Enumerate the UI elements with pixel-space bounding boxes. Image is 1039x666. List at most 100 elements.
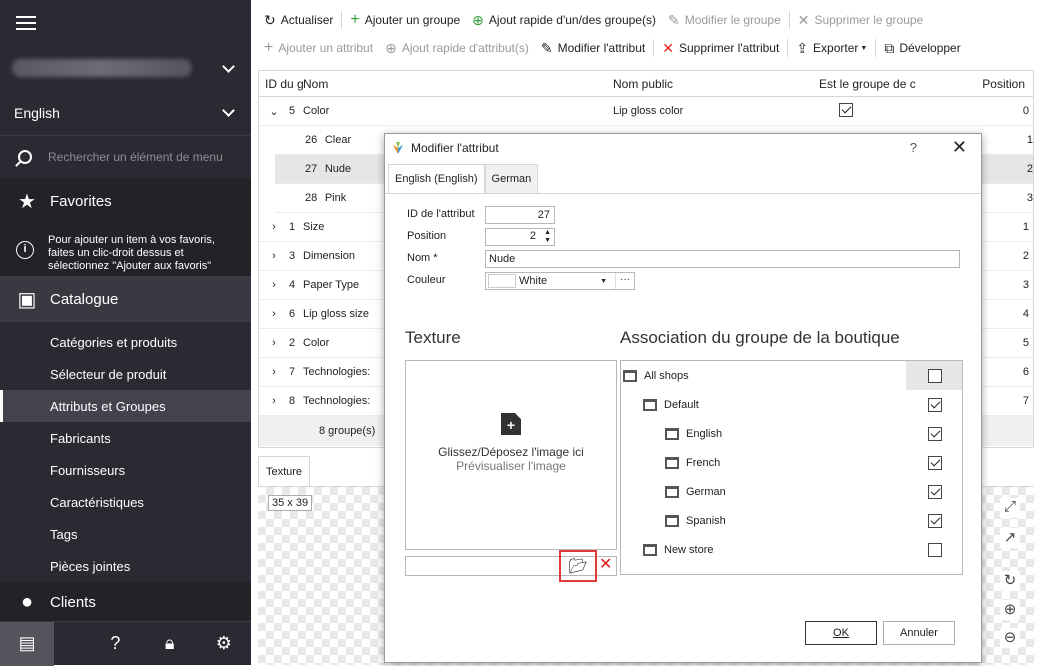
fit-size-icon[interactable]: ⤢	[1000, 498, 1020, 518]
plus-icon: +	[350, 11, 360, 28]
image-dropzone[interactable]: + Glissez/Déposez l'image ici Prévisuali…	[405, 360, 617, 550]
col-is-group[interactable]: Est le groupe de c	[819, 77, 975, 91]
quick-add-group-button[interactable]: ⊕ Ajout rapide d'un/des groupe(s)	[466, 6, 662, 34]
sidebar-item-attachments[interactable]: Pièces jointes	[0, 550, 251, 582]
shop-row-new-store[interactable]: New store	[621, 535, 962, 564]
cancel-button[interactable]: Annuler	[883, 621, 955, 645]
delete-group-button[interactable]: ✕ Supprimer le groupe	[792, 6, 929, 34]
zoom-out-icon[interactable]: ⊖	[1000, 628, 1020, 648]
shop-row-english[interactable]: English	[621, 419, 962, 448]
expand-chevron-icon[interactable]: ›	[259, 366, 289, 378]
sidebar-item-product-selector[interactable]: Sélecteur de produit	[0, 358, 251, 390]
dropdown-arrow-icon[interactable]: ▼	[600, 278, 607, 285]
add-group-button[interactable]: + Ajouter un groupe	[344, 6, 466, 34]
name-field[interactable]: Nude	[485, 250, 960, 268]
edit-attribute-button[interactable]: ✎ Modifier l'attribut	[535, 34, 651, 62]
row-position: 3	[1026, 192, 1033, 204]
stepper-arrows-icon[interactable]: ▲ ▼	[544, 229, 551, 245]
row-position: 1	[1026, 134, 1033, 146]
color-select[interactable]: White ▼ ···	[485, 272, 635, 290]
catalog-box-icon: ▣	[17, 288, 37, 311]
sidebar-item-features[interactable]: Caractéristiques	[0, 486, 251, 518]
quick-add-attribute-label: Ajout rapide d'attribut(s)	[401, 41, 529, 55]
tab-english[interactable]: English (English)	[388, 164, 485, 194]
delete-attribute-button[interactable]: ✕ Supprimer l'attribut	[656, 34, 785, 62]
position-stepper[interactable]: 2 ▲ ▼	[485, 228, 555, 246]
col-id[interactable]: ID du g	[259, 77, 303, 91]
sidebar-item-suppliers[interactable]: Fournisseurs	[0, 454, 251, 486]
expand-chevron-icon[interactable]: ›	[259, 395, 289, 407]
ok-button[interactable]: OK	[805, 621, 877, 645]
separator	[875, 39, 877, 57]
language-selector[interactable]: English	[0, 90, 251, 136]
expand-chevron-icon[interactable]: ›	[259, 279, 289, 291]
more-options-icon[interactable]: ···	[615, 273, 634, 289]
pencil-icon: ✎	[540, 39, 553, 56]
expand-button[interactable]: ⧉ Développer	[878, 34, 966, 62]
lock-icon[interactable]: 🔒︎	[143, 622, 197, 666]
sidebar-section-clients[interactable]: ● Clients	[0, 582, 251, 622]
chevron-down-icon[interactable]	[222, 59, 235, 73]
checkbox[interactable]	[928, 542, 942, 557]
tab-texture[interactable]: Texture	[258, 456, 310, 486]
store-icon[interactable]: ▤	[0, 621, 55, 666]
refresh-button[interactable]: ↻ Actualiser	[258, 6, 339, 34]
hamburger-menu-icon[interactable]	[16, 16, 36, 30]
expand-chevron-icon[interactable]: ›	[259, 308, 289, 320]
id-field[interactable]: 27	[485, 206, 555, 224]
col-public-name[interactable]: Nom public	[613, 77, 819, 91]
checkbox[interactable]	[928, 426, 942, 441]
shop-row-default[interactable]: Default	[621, 390, 962, 419]
shop-row-german[interactable]: German	[621, 477, 962, 506]
expand-chevron-icon[interactable]: ›	[259, 221, 289, 233]
checkbox[interactable]	[839, 102, 853, 117]
row-position: 4	[1022, 308, 1029, 320]
shop-row-french[interactable]: French	[621, 448, 962, 477]
expand-chevron-icon[interactable]: ›	[259, 250, 289, 262]
checkbox[interactable]	[928, 484, 942, 499]
quick-add-attribute-button[interactable]: ⊕ Ajout rapide d'attribut(s)	[379, 34, 535, 62]
add-attribute-button[interactable]: + Ajouter un attribut	[258, 34, 379, 62]
checkbox[interactable]	[928, 455, 942, 470]
shop-row-spanish[interactable]: Spanish	[621, 506, 962, 535]
sidebar-item-manufacturers[interactable]: Fabricants	[0, 422, 251, 454]
checkbox[interactable]	[928, 513, 942, 528]
sidebar-item-tags[interactable]: Tags	[0, 518, 251, 550]
add-attribute-label: Ajouter un attribut	[278, 41, 374, 55]
sidebar-bottom-bar: ▤ ? 🔒︎ ⚙	[0, 621, 251, 666]
tab-german[interactable]: German	[484, 164, 539, 194]
help-icon[interactable]: ?	[910, 140, 917, 155]
checkbox[interactable]	[928, 397, 942, 412]
gear-icon[interactable]: ⚙	[197, 622, 251, 666]
sidebar-section-catalog[interactable]: ▣ Catalogue	[0, 276, 251, 322]
separator	[788, 11, 790, 29]
zoom-in-icon[interactable]: ⊕	[1000, 600, 1020, 620]
help-icon[interactable]: ?	[88, 622, 142, 666]
clear-image-icon[interactable]: ✕	[599, 556, 612, 574]
sidebar-section-favorites[interactable]: ★ Favorites	[0, 178, 251, 224]
col-position[interactable]: Position	[975, 77, 1025, 91]
open-external-icon[interactable]: ↗	[1000, 528, 1020, 548]
table-row[interactable]: ⌄ 5 Color Lip gloss color 0	[259, 97, 1033, 126]
checkbox[interactable]	[928, 368, 942, 383]
export-button[interactable]: ⇪ Exporter ▼	[790, 34, 873, 62]
row-id: 8	[289, 395, 296, 407]
sidebar-item-attributes-groups[interactable]: Attributs et Groupes	[0, 390, 251, 422]
store-icon	[665, 427, 679, 440]
collapse-chevron-icon[interactable]: ⌄	[259, 105, 289, 118]
rotate-icon[interactable]: ↻	[1000, 571, 1020, 591]
shop-group-icon	[643, 398, 657, 411]
sidebar-item-categories-products[interactable]: Catégories et produits	[0, 326, 251, 358]
store-selector[interactable]	[0, 46, 251, 90]
close-icon[interactable]: ✕	[952, 137, 967, 158]
shop-row-all-shops[interactable]: All shops	[621, 361, 962, 390]
delete-attribute-label: Supprimer l'attribut	[678, 41, 780, 55]
shop-association-heading: Association du groupe de la boutique	[620, 328, 900, 347]
menu-search[interactable]: Rechercher un élément de menu	[0, 136, 251, 178]
chevron-down-icon[interactable]	[222, 104, 235, 117]
browse-folder-button[interactable]: 📂︎	[559, 550, 597, 582]
row-position: 5	[1022, 337, 1029, 349]
expand-chevron-icon[interactable]: ›	[259, 337, 289, 349]
col-name[interactable]: Nom	[303, 77, 613, 91]
edit-group-button[interactable]: ✎ Modifier le groupe	[662, 6, 787, 34]
